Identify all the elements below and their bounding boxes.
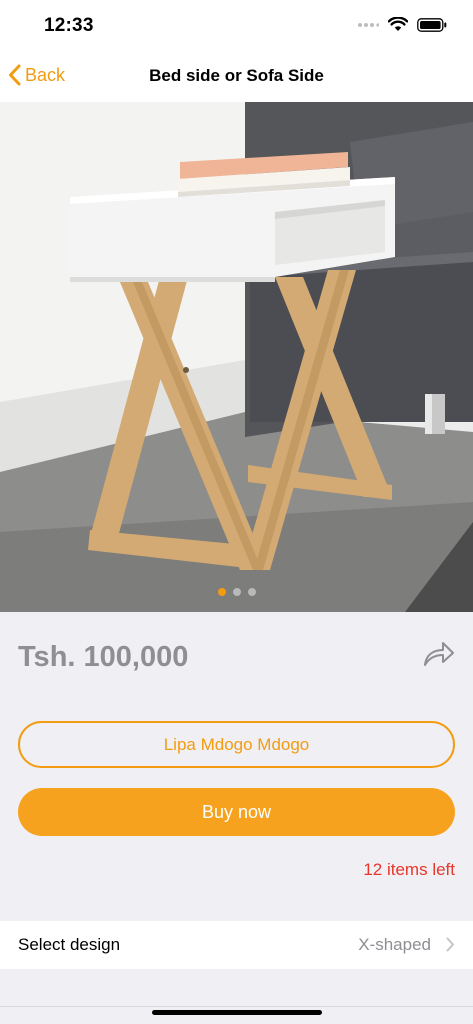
share-icon: [424, 642, 454, 666]
wifi-icon: [388, 17, 408, 31]
select-design-row[interactable]: Select design X-shaped: [0, 921, 473, 969]
status-time: 12:33: [44, 15, 94, 36]
buy-now-button[interactable]: Buy now: [18, 788, 455, 836]
product-image-carousel[interactable]: [0, 102, 473, 612]
navigation-bar: Back Bed side or Sofa Side: [0, 52, 473, 102]
battery-icon: [417, 17, 447, 32]
status-bar: 12:33: [0, 0, 473, 52]
installment-button[interactable]: Lipa Mdogo Mdogo: [18, 721, 455, 768]
product-price: Tsh. 100,000: [18, 641, 189, 673]
home-indicator: [152, 1010, 322, 1015]
carousel-dot-active[interactable]: [217, 588, 226, 596]
status-icons: [357, 17, 447, 32]
page-title: Bed side or Sofa Side: [149, 66, 324, 85]
carousel-dot[interactable]: [232, 588, 241, 596]
chevron-right-icon: [446, 937, 454, 952]
stock-count: 12 items left: [363, 860, 455, 879]
carousel-dot[interactable]: [247, 588, 256, 596]
signal-icon: [358, 22, 379, 27]
select-design-label: Select design: [18, 935, 121, 954]
carousel-page-indicator[interactable]: [0, 588, 473, 596]
divider: [0, 1006, 473, 1007]
share-button[interactable]: [422, 640, 456, 673]
select-design-value: X-shaped: [358, 935, 431, 954]
side-table-photo: [0, 102, 473, 612]
